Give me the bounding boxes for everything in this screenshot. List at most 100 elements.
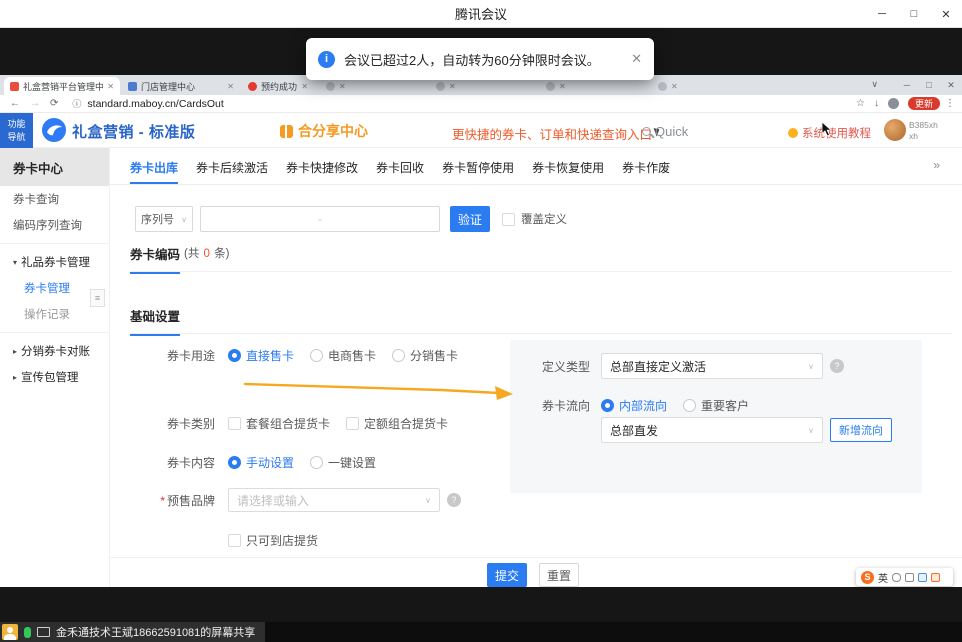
- tab-close-icon[interactable]: ✕: [449, 82, 456, 91]
- browser-tab[interactable]: ✕: [652, 77, 744, 95]
- help-icon[interactable]: ?: [830, 359, 844, 373]
- download-icon[interactable]: ↓: [874, 98, 879, 109]
- ime-toolbar: S 英: [856, 568, 953, 586]
- submit-button[interactable]: 提交: [487, 563, 527, 587]
- tab-close-icon[interactable]: ✕: [227, 82, 234, 91]
- card-usage-row: 券卡用途 直接售卡 电商售卡 分销售卡: [110, 348, 458, 362]
- serial-type-select[interactable]: 序列号 ∨: [135, 206, 193, 232]
- coding-count-number: 0: [204, 248, 210, 260]
- ime-logo-icon[interactable]: S: [861, 571, 874, 584]
- browser-close-icon[interactable]: ✕: [940, 80, 962, 91]
- radio-distribution-sale-label: 分销售卡: [410, 347, 458, 364]
- help-icon[interactable]: ?: [447, 493, 461, 507]
- overwrite-definition-label: 覆盖定义: [521, 211, 567, 227]
- tab-close-icon[interactable]: ✕: [559, 82, 566, 91]
- radio-distribution-sale[interactable]: [392, 349, 405, 362]
- mic-active-icon[interactable]: [24, 627, 31, 638]
- tab-card-outbound[interactable]: 券卡出库: [130, 155, 178, 184]
- quick-entry-link[interactable]: 更快捷的券卡、订单和快递查询入口: [452, 124, 660, 143]
- sidebar-group-distribution-reconcile[interactable]: ▸ 分销券卡对账: [0, 338, 109, 364]
- skin-icon[interactable]: [918, 573, 927, 582]
- tab-card-void[interactable]: 券卡作废: [622, 155, 670, 184]
- browser-menu-icon[interactable]: ⋮: [945, 98, 955, 109]
- function-nav-button[interactable]: 功能 导航: [0, 113, 33, 148]
- tab-close-icon[interactable]: ✕: [671, 82, 678, 91]
- tutorial-link[interactable]: 系统使用教程: [788, 125, 871, 141]
- browser-minimize-icon[interactable]: ─: [896, 80, 918, 90]
- user-avatar[interactable]: [884, 119, 906, 141]
- tab-card-suspend[interactable]: 券卡暂停使用: [442, 155, 514, 184]
- tab-favicon-icon: [436, 82, 445, 91]
- forward-icon[interactable]: →: [30, 98, 40, 109]
- card-category-label: 券卡类别: [110, 415, 215, 432]
- add-flow-button[interactable]: 新增流向: [830, 418, 892, 442]
- screen-share-area: 礼盒营销平台管理中心 ✕ 门店管理中心 ✕ 预约成功 ✕ ✕: [0, 28, 962, 622]
- browser-maximize-icon[interactable]: □: [918, 80, 940, 90]
- sidebar-section-card-center[interactable]: 券卡中心: [0, 148, 109, 186]
- function-nav-line2: 导航: [7, 131, 25, 143]
- radio-one-click-setting[interactable]: [310, 456, 323, 469]
- browser-update-button[interactable]: 更新: [908, 97, 940, 110]
- browser-tab[interactable]: 预约成功 ✕: [242, 77, 314, 95]
- definition-panel: 定义类型 总部直接定义激活 ∨ ? 券卡流向 内部流向: [510, 340, 922, 493]
- panel-collapse-icon[interactable]: »: [933, 158, 940, 172]
- basic-settings-row: 基础设置: [130, 306, 952, 334]
- verify-button[interactable]: 验证: [450, 206, 490, 232]
- tab-card-resume[interactable]: 券卡恢复使用: [532, 155, 604, 184]
- tutorial-label: 系统使用教程: [802, 125, 871, 141]
- tab-close-icon[interactable]: ✕: [107, 82, 114, 91]
- bookmark-star-icon[interactable]: ☆: [856, 98, 865, 109]
- browser-tab-active[interactable]: 礼盒营销平台管理中心 ✕: [4, 77, 120, 95]
- flow-target-select[interactable]: 总部直发 ∨: [601, 417, 823, 443]
- radio-ecommerce-sale[interactable]: [310, 349, 323, 362]
- sidebar-item-label: 编码序列查询: [13, 217, 82, 233]
- tab-card-followup-activate[interactable]: 券卡后续激活: [196, 155, 268, 184]
- sidebar-item-label: 分销券卡对账: [21, 343, 90, 359]
- keyboard-icon[interactable]: [905, 573, 914, 582]
- toast-close-icon[interactable]: ✕: [631, 51, 642, 67]
- sidebar-group-promo-package-mgmt[interactable]: ▸ 宣传包管理: [0, 364, 109, 390]
- sidebar-item-card-query[interactable]: 券卡查询: [0, 186, 109, 212]
- serial-range-input[interactable]: -: [200, 206, 440, 232]
- browser-tab[interactable]: 门店管理中心 ✕: [122, 77, 240, 95]
- radio-manual-setting[interactable]: [228, 456, 241, 469]
- radio-direct-sale[interactable]: [228, 349, 241, 362]
- checkbox-combo-pickup-card[interactable]: [228, 417, 241, 430]
- ime-language-toggle[interactable]: 英: [878, 570, 888, 585]
- checkbox-store-pickup-only[interactable]: [228, 534, 241, 547]
- sidebar-collapse-toggle[interactable]: ≡: [90, 289, 105, 307]
- sidebar-item-code-sequence-query[interactable]: 编码序列查询: [0, 212, 109, 238]
- quick-search-link[interactable]: Quick: [642, 124, 688, 139]
- tab-close-icon[interactable]: ✕: [339, 82, 346, 91]
- maximize-icon[interactable]: □: [898, 0, 930, 28]
- url-field[interactable]: standard.maboy.cn/CardsOut: [87, 98, 856, 110]
- site-info-icon[interactable]: ⓘ: [72, 97, 81, 110]
- checkbox-fixed-combo-pickup-card[interactable]: [346, 417, 359, 430]
- tab-close-icon[interactable]: ✕: [301, 82, 308, 91]
- reload-icon[interactable]: ⟳: [50, 98, 58, 109]
- tab-card-quick-edit[interactable]: 券卡快捷修改: [286, 155, 358, 184]
- define-type-select[interactable]: 总部直接定义激活 ∨: [601, 353, 823, 379]
- define-type-value: 总部直接定义激活: [610, 358, 706, 375]
- tab-card-recycle[interactable]: 券卡回收: [376, 155, 424, 184]
- tab-search-icon[interactable]: ∨: [871, 79, 878, 90]
- reset-button[interactable]: 重置: [539, 563, 579, 587]
- footer-divider: [110, 557, 962, 558]
- app-header: 功能 导航 礼盒营销 - 标准版 合分享中心 更快捷的券卡、订单和快递查询入口: [0, 113, 962, 148]
- flow-select-row: 总部直发 ∨ 新增流向: [510, 417, 892, 443]
- sidebar-group-gift-card-mgmt[interactable]: ▾ 礼品券卡管理: [0, 249, 109, 275]
- close-icon[interactable]: ✕: [930, 0, 962, 28]
- overwrite-definition-checkbox[interactable]: [502, 213, 515, 226]
- tab-favicon-icon: [326, 82, 335, 91]
- radio-important-customer[interactable]: [683, 399, 696, 412]
- radio-internal-flow[interactable]: [601, 399, 614, 412]
- back-icon[interactable]: ←: [10, 98, 20, 109]
- range-separator: -: [318, 212, 322, 226]
- toolbox-icon[interactable]: [931, 573, 940, 582]
- minimize-icon[interactable]: ─: [866, 0, 898, 28]
- browser-profile-icon[interactable]: [888, 98, 899, 109]
- presale-brand-select[interactable]: 请选择或输入 ∨: [228, 488, 440, 512]
- screen-share-icon[interactable]: [37, 627, 50, 637]
- share-center-link[interactable]: 合分享中心: [280, 121, 368, 141]
- mic-icon[interactable]: [892, 573, 901, 582]
